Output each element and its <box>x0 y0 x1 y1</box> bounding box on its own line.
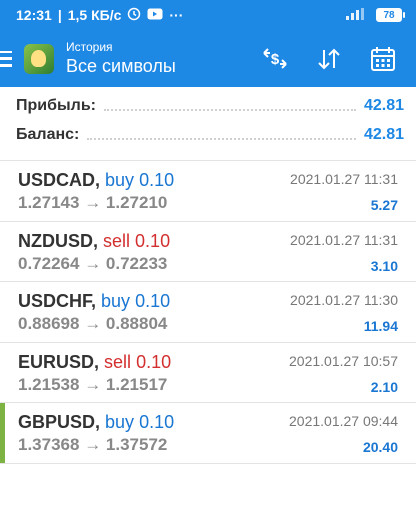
comma: , <box>94 351 105 372</box>
deal-close-price: 0.88804 <box>105 314 168 333</box>
deal-open-price: 1.21538 <box>18 374 80 394</box>
deal-type: buy <box>105 412 135 432</box>
calendar-icon[interactable] <box>356 39 410 79</box>
deal-volume: 0.10 <box>136 351 172 372</box>
deal-type: sell <box>103 230 131 251</box>
deal-open-price: 1.37368 <box>18 435 80 454</box>
messenger-icon <box>147 7 163 23</box>
balance-value: 42.81 <box>363 126 404 143</box>
deal-profit: 5.27 <box>370 197 398 213</box>
deal-prices: 1.27143 → 1.27210 <box>18 192 167 214</box>
arrow-right-icon: → <box>84 253 102 273</box>
deal-profit: 20.40 <box>362 439 398 455</box>
balance-label: Баланс: <box>16 126 80 143</box>
deal-row[interactable]: USDCAD, buy 0.10 1.27143 → 1.27210 2021.… <box>0 161 416 222</box>
app-logo-icon <box>24 43 54 74</box>
deal-symbol: NZDUSD <box>18 230 93 251</box>
deal-open-price: 0.88698 <box>18 314 80 333</box>
deal-volume: 0.10 <box>139 412 175 432</box>
deal-row[interactable]: EURUSD, sell 0.10 1.21538 → 1.21517 2021… <box>0 343 416 403</box>
deal-close-price: 1.37572 <box>105 435 168 454</box>
comma: , <box>95 412 106 432</box>
more-notifications-icon: ··· <box>169 7 184 23</box>
deal-profit: 11.94 <box>363 318 398 334</box>
deal-profit: 2.10 <box>370 378 398 395</box>
deal-time: 2021.01.27 11:30 <box>290 292 398 308</box>
balance-row: Баланс: 42.81 <box>16 121 404 149</box>
deal-open-price: 1.27143 <box>18 193 80 212</box>
deal-prices: 1.21538 → 1.21517 <box>18 374 167 396</box>
deal-type: buy <box>101 291 131 311</box>
toolbar-title: Все символы <box>66 55 176 76</box>
deal-prices: 0.72264 → 0.72233 <box>18 253 167 275</box>
deal-header: GBPUSD, buy 0.10 <box>18 411 174 433</box>
deal-volume: 0.10 <box>135 291 171 311</box>
deal-row[interactable]: USDCHF, buy 0.10 0.88698 → 0.88804 2021.… <box>0 282 416 343</box>
app-bar: 12:31 | 1,5 КБ/с ··· 78 История Все симв… <box>0 0 416 87</box>
deal-row-selected[interactable]: GBPUSD, buy 0.10 1.37368 → 1.37572 2021.… <box>0 403 416 464</box>
deal-time: 2021.01.27 10:57 <box>289 352 398 369</box>
status-time: 12:31 <box>16 7 52 23</box>
deal-symbol: GBPUSD <box>18 412 96 432</box>
comma: , <box>93 230 104 251</box>
toolbar-title-group[interactable]: История Все символы <box>66 40 176 78</box>
comma: , <box>95 170 106 190</box>
deal-open-price: 0.72264 <box>18 253 80 273</box>
arrow-right-icon: → <box>84 193 102 212</box>
clock-icon <box>127 7 141 24</box>
profit-label: Прибыль: <box>16 97 96 114</box>
deal-profit: 3.10 <box>370 257 398 274</box>
deal-close-price: 0.72233 <box>105 253 168 273</box>
profit-value: 42.81 <box>363 97 404 114</box>
deal-type: sell <box>104 351 132 372</box>
currency-exchange-icon[interactable]: $ <box>248 39 302 79</box>
deal-volume: 0.10 <box>135 230 171 251</box>
deal-time: 2021.01.27 11:31 <box>290 231 398 248</box>
deal-symbol: USDCAD <box>18 170 96 190</box>
profit-row: Прибыль: 42.81 <box>16 92 404 120</box>
deal-row[interactable]: NZDUSD, sell 0.10 0.72264 → 0.72233 2021… <box>0 222 416 282</box>
deal-header: USDCAD, buy 0.10 <box>18 169 174 191</box>
deal-header: USDCHF, buy 0.10 <box>18 290 170 312</box>
deal-prices: 0.88698 → 0.88804 <box>18 313 167 335</box>
deal-header: EURUSD, sell 0.10 <box>18 351 171 373</box>
battery-icon: 78 <box>376 8 405 22</box>
summary-panel: Прибыль: 42.81 Баланс: 42.81 <box>0 87 416 161</box>
arrow-right-icon: → <box>84 435 102 454</box>
toolbar-subtitle: История <box>66 39 113 54</box>
status-bar: 12:31 | 1,5 КБ/с ··· 78 <box>0 0 416 30</box>
arrow-right-icon: → <box>84 314 102 333</box>
deal-time: 2021.01.27 11:31 <box>290 171 398 187</box>
deal-volume: 0.10 <box>139 170 175 190</box>
toolbar: История Все символы $ <box>0 30 416 87</box>
status-network-speed: 1,5 КБ/с <box>67 7 122 23</box>
deal-close-price: 1.21517 <box>105 374 168 394</box>
comma: , <box>91 291 102 311</box>
svg-text:$: $ <box>271 51 280 68</box>
deal-type: buy <box>105 170 135 190</box>
dotted-leader <box>87 130 356 140</box>
deal-header: NZDUSD, sell 0.10 <box>18 230 170 252</box>
deal-prices: 1.37368 → 1.37572 <box>18 434 167 456</box>
menu-icon[interactable] <box>0 50 18 67</box>
deal-symbol: USDCHF <box>18 291 92 311</box>
arrow-right-icon: → <box>84 374 102 394</box>
sort-icon[interactable] <box>302 39 356 79</box>
deal-time: 2021.01.27 09:44 <box>289 413 398 429</box>
dotted-leader <box>103 101 356 111</box>
deal-close-price: 1.27210 <box>105 193 168 212</box>
deal-symbol: EURUSD <box>18 351 95 372</box>
deals-list: USDCAD, buy 0.10 1.27143 → 1.27210 2021.… <box>0 161 416 464</box>
signal-icon <box>346 7 368 23</box>
status-separator: | <box>57 7 62 23</box>
